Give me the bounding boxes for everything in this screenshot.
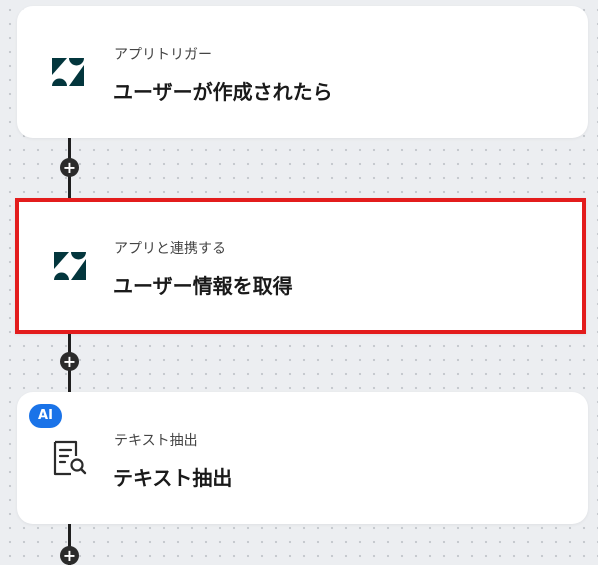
document-search-icon (53, 440, 87, 476)
step-title: ユーザー情報を取得 (113, 274, 293, 298)
flow-step-card-app-action[interactable]: アプリと連携する ユーザー情報を取得 (15, 198, 586, 334)
step-title: ユーザーが作成されたら (113, 80, 333, 104)
add-step-button[interactable]: + (60, 158, 79, 177)
step-type-label: テキスト抽出 (114, 433, 198, 449)
add-step-button[interactable]: + (60, 546, 79, 565)
flow-step-card-text-extraction[interactable]: テキスト抽出 テキスト抽出 (17, 392, 588, 524)
step-type-label: アプリと連携する (114, 241, 226, 257)
zendesk-logo-icon (54, 252, 86, 280)
zendesk-logo-icon (52, 58, 84, 86)
flow-step-card-trigger[interactable]: アプリトリガー ユーザーが作成されたら (17, 6, 588, 138)
add-step-button[interactable]: + (60, 352, 79, 371)
ai-badge: AI (29, 404, 62, 428)
step-type-label: アプリトリガー (114, 47, 212, 63)
step-title: テキスト抽出 (113, 466, 233, 490)
